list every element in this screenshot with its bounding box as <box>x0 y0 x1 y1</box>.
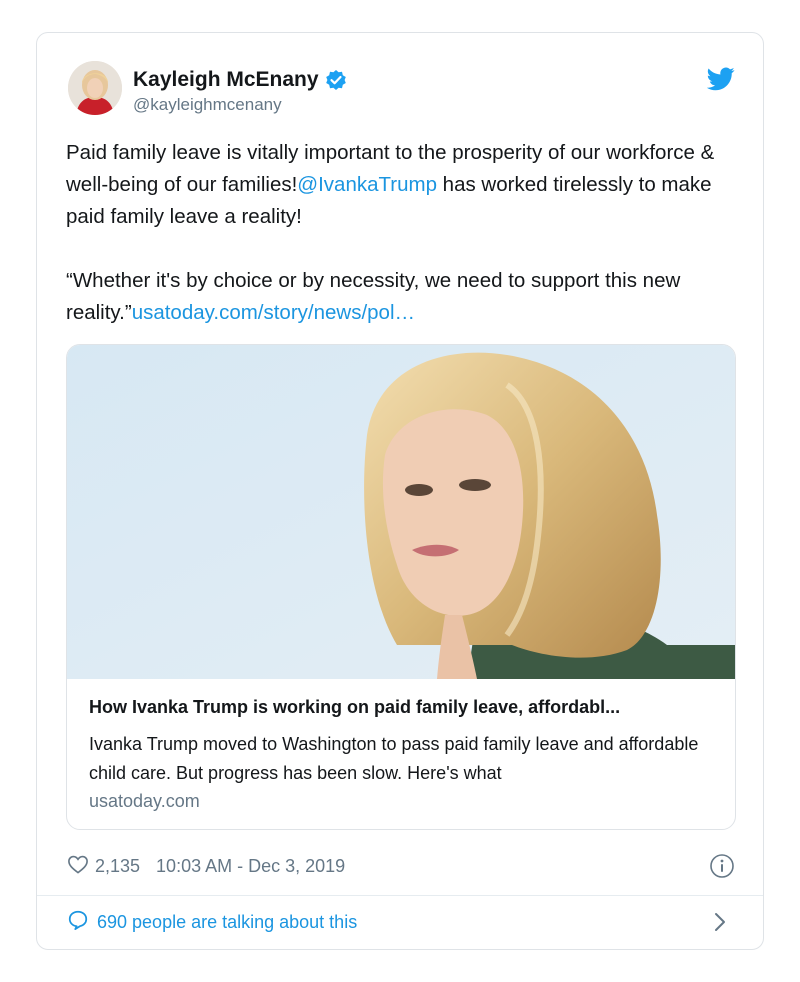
tweet-paragraph: Paid family leave is vitally important t… <box>66 137 736 233</box>
author-handle[interactable]: @kayleighmcenany <box>133 95 282 115</box>
verified-badge-icon <box>325 69 347 91</box>
heart-icon[interactable] <box>67 854 89 879</box>
tweet-quote-paragraph: “Whether it's by choice or by necessity,… <box>66 265 736 329</box>
avatar[interactable] <box>68 61 122 115</box>
tweet-card[interactable]: Kayleigh McEnany @kayleighmcenany Paid f… <box>36 32 764 950</box>
conversation-link[interactable]: 690 people are talking about this <box>67 909 357 935</box>
author-row: Kayleigh McEnany <box>133 65 347 95</box>
preview-image[interactable] <box>67 345 735 679</box>
tweet-text: Paid family leave is vitally important t… <box>66 137 736 329</box>
conversation-label[interactable]: 690 people are talking about this <box>97 912 357 933</box>
author-name[interactable]: Kayleigh McEnany <box>133 68 319 92</box>
tweet-meta: 2,135 10:03 AM - Dec 3, 2019 <box>67 853 345 879</box>
like-count[interactable]: 2,135 <box>95 856 140 877</box>
comment-bubble-icon <box>67 909 89 936</box>
preview-description: Ivanka Trump moved to Washington to pass… <box>89 734 699 783</box>
article-link[interactable]: usatoday.com/story/news/pol… <box>132 301 415 324</box>
preview-domain: usatoday.com <box>89 791 200 811</box>
preview-title[interactable]: How Ivanka Trump is working on paid fami… <box>89 697 715 718</box>
chevron-right-icon[interactable] <box>713 911 727 933</box>
timestamp[interactable]: 10:03 AM - Dec 3, 2019 <box>156 856 345 877</box>
mention-link[interactable]: @IvankaTrump <box>297 173 437 196</box>
twitter-bird-icon[interactable] <box>706 67 735 91</box>
link-preview-card[interactable]: How Ivanka Trump is working on paid fami… <box>66 344 736 830</box>
divider <box>37 895 763 896</box>
info-icon[interactable] <box>709 853 735 879</box>
